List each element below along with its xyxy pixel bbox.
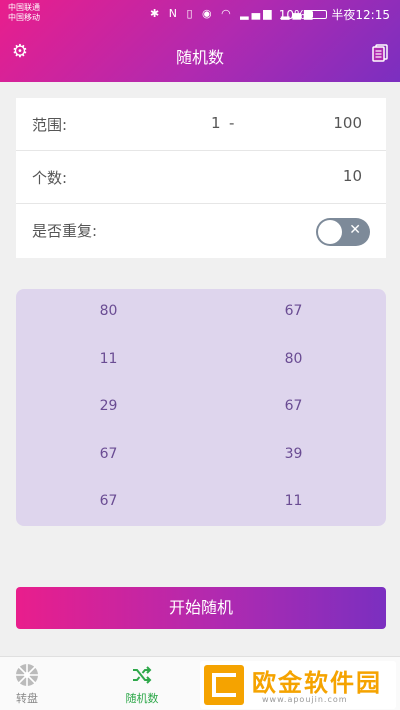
result-number: 11 (284, 493, 303, 509)
nav-label-wheel: 转盘 (16, 692, 38, 705)
watermark-text: 欧金软件园 (252, 669, 382, 697)
carrier-2: 中国移动 (8, 13, 40, 22)
nav-item-random[interactable]: 随机数 (102, 663, 182, 706)
watermark-logo (204, 665, 244, 705)
range-separator: - (229, 114, 235, 132)
result-number: 11 (99, 350, 118, 367)
toggle-knob (318, 220, 342, 244)
watermark-url: www.apoujin.com (262, 695, 348, 704)
results-panel: 80 67 11 80 29 67 67 39 67 11 (16, 289, 386, 526)
result-number: 67 (99, 493, 118, 509)
nav-label-random: 随机数 (125, 692, 159, 705)
result-number: 80 (284, 350, 303, 367)
range-min-value[interactable]: 1 (211, 114, 221, 132)
count-label: 个数: (32, 169, 68, 187)
carrier-1: 中国联通 (8, 3, 40, 12)
status-bar: 中国联通 中国移动 ✱ N ▯ ◉ ◠ ▂▄▆ ▂▄▆ 10% 半夜12:15 (0, 0, 400, 28)
count-row[interactable]: 个数: 10 (16, 151, 386, 204)
range-max-value[interactable]: 100 (333, 114, 362, 132)
range-row[interactable]: 范围: 1 - 100 (16, 98, 386, 151)
documents-icon[interactable] (372, 44, 388, 62)
battery-percent: 10% (278, 7, 306, 22)
result-number: 67 (284, 398, 303, 414)
shuffle-icon (133, 666, 152, 684)
app-header: 中国联通 中国移动 ✱ N ▯ ◉ ◠ ▂▄▆ ▂▄▆ 10% 半夜12:15 … (0, 0, 400, 82)
start-random-button[interactable]: 开始随机 (16, 587, 386, 629)
settings-card: 范围: 1 - 100 个数: 10 是否重复: ✕ (16, 98, 386, 258)
carrier-info: 中国联通 中国移动 (8, 3, 40, 23)
range-label: 范围: (32, 116, 68, 134)
battery-icon (309, 10, 328, 19)
result-number: 39 (284, 445, 303, 462)
repeat-row: 是否重复: ✕ (16, 204, 386, 257)
page-title: 随机数 (175, 48, 224, 67)
watermark: 欧金软件园 www.apoujin.com (200, 661, 396, 709)
close-icon: ✕ (349, 222, 361, 238)
result-number: 29 (99, 398, 118, 414)
wheel-icon (16, 664, 38, 686)
repeat-toggle[interactable]: ✕ (316, 218, 370, 246)
repeat-label: 是否重复: (32, 222, 98, 240)
count-value[interactable]: 10 (343, 167, 362, 185)
nav-item-wheel[interactable]: 转盘 (0, 663, 67, 706)
result-number: 80 (99, 303, 118, 319)
clock: 半夜12:15 (331, 8, 390, 22)
result-number: 67 (284, 303, 303, 319)
result-number: 67 (99, 445, 118, 462)
status-right: 10% 半夜12:15 (279, 6, 390, 23)
